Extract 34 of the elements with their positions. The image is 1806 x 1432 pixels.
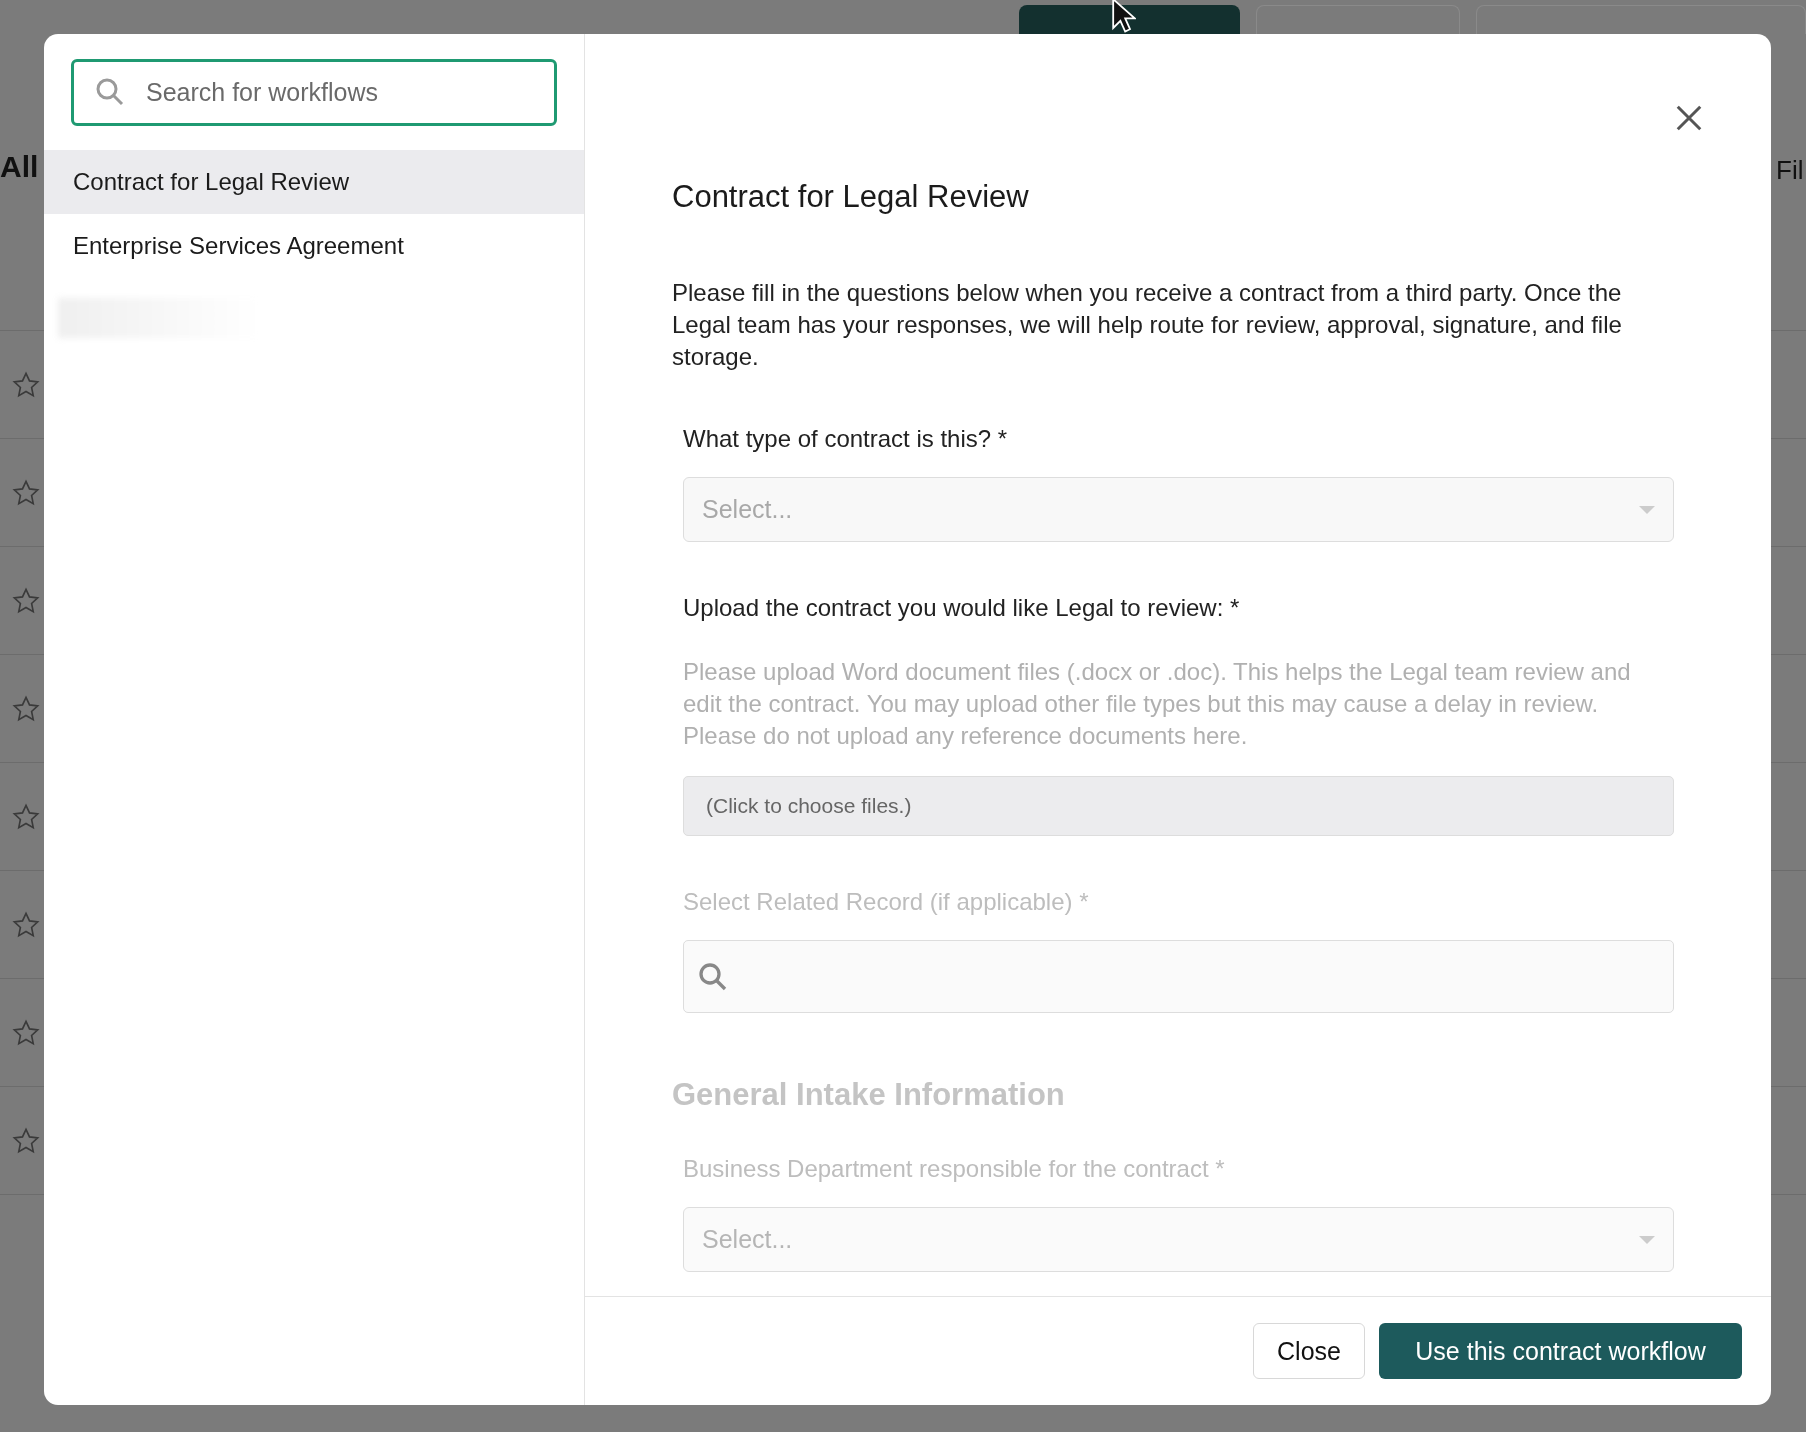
form-intro: Please fill in the questions below when you receive a contract from a third party. Once the Legal team has your responses, we will help route for review, approval, signature, and file storage. <box>672 278 1623 372</box>
toolbar-button[interactable] <box>1019 5 1241 34</box>
filter-button[interactable]: Fil <box>1776 155 1804 186</box>
close-icon[interactable] <box>1674 103 1704 133</box>
star-icon[interactable] <box>12 1018 40 1047</box>
field-label: Upload the contract you would like Legal to review: * <box>683 594 1241 622</box>
star-icon[interactable] <box>12 694 40 723</box>
star-icon[interactable] <box>12 802 40 831</box>
form-title: Contract for Legal Review <box>672 179 1030 215</box>
select-placeholder: Select... <box>702 495 793 524</box>
search-icon <box>698 961 728 992</box>
caret-icon <box>1639 1234 1655 1245</box>
star-icon[interactable] <box>12 370 40 399</box>
close-button[interactable]: Close <box>1253 1323 1365 1379</box>
star-icon[interactable] <box>12 1126 40 1155</box>
field-help: Please upload Word document files (.docx or .doc). This helps the Legal team review and edit the contract. You may upload other file types but this may cause a delay in review. Please do not upload any reference documents here. <box>683 657 1632 751</box>
page-heading: All <box>0 150 39 184</box>
cursor-icon <box>1112 0 1136 34</box>
field-label: Select Related Record (if applicable) * <box>683 888 1090 916</box>
lookup-field[interactable] <box>683 940 1674 1013</box>
file-chooser[interactable]: (Click to choose files.) <box>683 776 1674 836</box>
select-placeholder: Select... <box>702 1225 793 1254</box>
workflow-item[interactable]: Enterprise Services Agreement <box>44 214 584 278</box>
section-heading: General Intake Information <box>672 1077 1066 1113</box>
field-label: Business Department responsible for the contract * <box>683 1155 1226 1183</box>
search-field[interactable]: Search for workflows <box>71 59 557 126</box>
star-icon[interactable] <box>12 910 40 939</box>
star-icon[interactable] <box>12 478 40 507</box>
caret-icon <box>1639 504 1655 515</box>
star-icon[interactable] <box>12 586 40 615</box>
workflow-item[interactable]: Contract for Legal Review <box>44 150 584 214</box>
search-icon <box>95 77 125 107</box>
field-label: What type of contract is this? * <box>683 425 1009 453</box>
use-workflow-button[interactable]: Use this contract workflow <box>1379 1323 1742 1379</box>
